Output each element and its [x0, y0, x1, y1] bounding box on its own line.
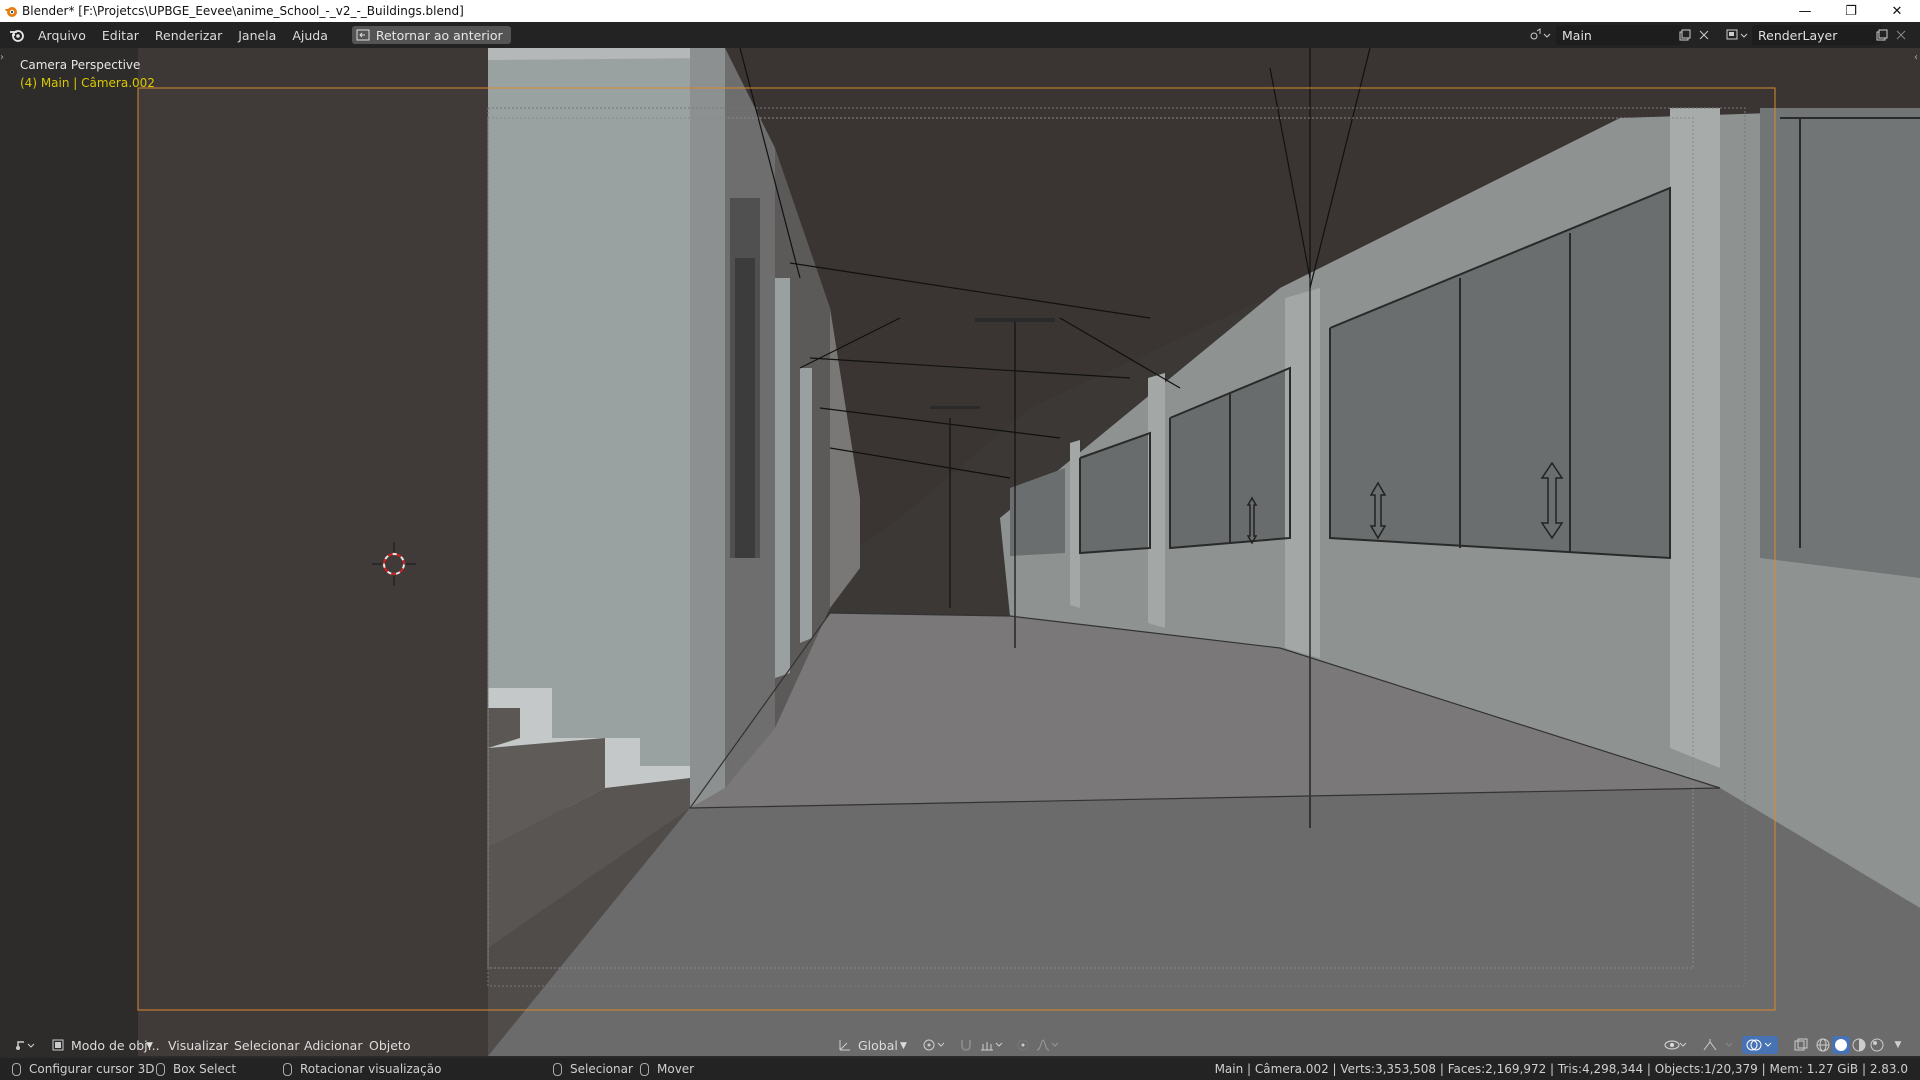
scene-delete-icon[interactable]	[1694, 26, 1714, 44]
editor-type-icon[interactable]	[12, 1036, 38, 1054]
window-title: Blender* [F:\Projetcs\UPBGE_Eevee\anime_…	[22, 4, 464, 18]
transform-orientation-icon	[836, 1036, 854, 1054]
menu-objeto[interactable]: Objeto	[369, 1038, 411, 1053]
layer-browse-icon[interactable]	[1722, 26, 1752, 44]
menu-ajuda[interactable]: Ajuda	[284, 28, 336, 43]
hint-configure-cursor: Configurar cursor 3D	[29, 1062, 155, 1076]
menu-adicionar[interactable]: Adicionar	[304, 1038, 362, 1053]
shading-solid-icon[interactable]	[1832, 1036, 1850, 1054]
object-mode-icon	[50, 1036, 66, 1054]
view-layer-field[interactable]: RenderLayer	[1752, 25, 1882, 45]
mouse-left-icon	[12, 1062, 21, 1076]
orientation-dropdown[interactable]: Global	[858, 1038, 898, 1053]
gizmo-toggle-icon[interactable]	[1700, 1036, 1738, 1054]
hint-select: Selecionar	[570, 1062, 633, 1076]
mouse-right-drag-icon	[640, 1062, 649, 1076]
menu-visualizar[interactable]: Visualizar	[168, 1038, 228, 1053]
3d-viewport[interactable]: Camera Perspective (4) Main | Câmera.002…	[0, 48, 1920, 1056]
hint-move: Mover	[657, 1062, 695, 1076]
hint-left-click: Configurar cursor 3D	[12, 1062, 155, 1076]
3d-cursor-icon[interactable]	[368, 538, 420, 590]
scene-statistics: Main | Câmera.002 | Verts:3,353,508 | Fa…	[1215, 1062, 1908, 1076]
shading-wireframe-icon[interactable]	[1814, 1036, 1832, 1054]
sidebar-toggle-right[interactable]: ‹	[1914, 52, 1918, 63]
mouse-right-icon	[553, 1062, 562, 1076]
scene-name-text: Main	[1562, 27, 1592, 43]
menu-janela[interactable]: Janela	[230, 28, 284, 43]
snap-toggle-icon[interactable]	[956, 1036, 976, 1054]
orientation-chevron-down-icon: ▼	[900, 1041, 907, 1051]
menu-selecionar[interactable]: Selecionar	[234, 1038, 300, 1053]
view-info-label: (4) Main | Câmera.002	[20, 76, 155, 90]
falloff-curve-icon[interactable]	[1034, 1036, 1064, 1054]
shading-options-chevron-icon[interactable]: ▼	[1890, 1036, 1906, 1054]
overlays-toggle-icon[interactable]	[1742, 1036, 1778, 1054]
blender-logo-icon	[5, 7, 17, 17]
menu-editar[interactable]: Editar	[94, 28, 147, 43]
restore-button[interactable]: ❐	[1828, 0, 1874, 22]
menu-arquivo[interactable]: Arquivo	[30, 28, 94, 43]
scene-new-icon[interactable]	[1675, 26, 1695, 44]
hint-middle-click: Rotacionar visualização	[283, 1062, 441, 1076]
hint-right-click: Selecionar	[553, 1062, 633, 1076]
blender-menu-icon[interactable]	[8, 26, 26, 44]
view-layer-text: RenderLayer	[1758, 27, 1838, 43]
return-previous-button[interactable]: Retornar ao anterior	[351, 26, 511, 44]
scene-browse-icon[interactable]	[1525, 26, 1555, 44]
scene-statistics-text: Main | Câmera.002 | Verts:3,353,508 | Fa…	[1214, 1062, 1908, 1076]
viewport-scene-render[interactable]	[0, 48, 1920, 1056]
layer-new-icon[interactable]	[1872, 26, 1892, 44]
hint-rotate-view: Rotacionar visualização	[300, 1062, 442, 1076]
hint-box-select: Box Select	[173, 1062, 237, 1076]
mouse-middle-icon	[283, 1062, 292, 1076]
window-titlebar: Blender* [F:\Projetcs\UPBGE_Eevee\anime_…	[0, 0, 1920, 22]
view-name-label: Camera Perspective	[20, 58, 141, 72]
hint-right-drag: Mover	[640, 1062, 694, 1076]
scene-name-field[interactable]: Main	[1556, 25, 1682, 45]
menu-renderizar[interactable]: Renderizar	[147, 28, 230, 43]
shading-rendered-icon[interactable]	[1868, 1036, 1886, 1054]
return-previous-label: Retornar ao anterior	[375, 27, 503, 43]
toolbar-toggle-left[interactable]: ›	[0, 52, 4, 63]
xray-toggle-icon[interactable]	[1792, 1036, 1810, 1054]
pivot-point-icon[interactable]	[920, 1036, 950, 1054]
layer-delete-icon[interactable]	[1891, 26, 1911, 44]
close-window-button[interactable]: ✕	[1874, 0, 1920, 22]
mouse-drag-icon	[156, 1062, 165, 1076]
mode-chevron-down-icon: ▼	[146, 1041, 153, 1051]
visibility-eye-icon[interactable]	[1662, 1036, 1692, 1054]
snap-element-icon[interactable]	[978, 1036, 1008, 1054]
minimize-button[interactable]: —	[1782, 0, 1828, 22]
shading-material-icon[interactable]	[1850, 1036, 1868, 1054]
back-screen-icon	[356, 29, 370, 41]
hint-drag: Box Select	[156, 1062, 236, 1076]
proportional-edit-icon[interactable]	[1014, 1036, 1032, 1054]
